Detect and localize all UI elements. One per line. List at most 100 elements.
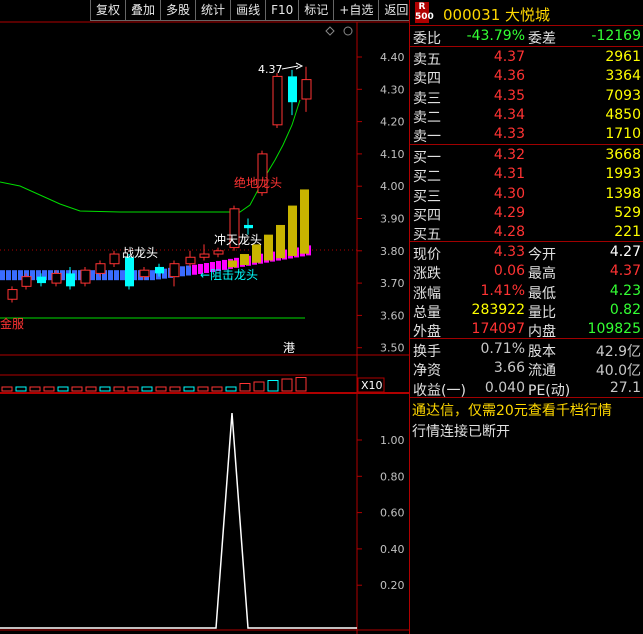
peak-price-label: 4.37 [258, 63, 283, 76]
stat-value: 0.82 [609, 301, 641, 318]
stat-row: 净资 3.66 流通 40.0亿 [410, 359, 643, 380]
stat-label: 净资 [413, 363, 441, 380]
stat-label: 股本 [528, 344, 556, 360]
band-segment [120, 270, 125, 281]
settings-diamond-icon[interactable] [325, 26, 335, 36]
stock-header: R 500 000031 大悦城 [410, 0, 643, 26]
toolbar-button-7[interactable]: +自选 [333, 0, 379, 21]
weicha-value: -12169 [591, 28, 641, 44]
stat-label: 现价 [413, 247, 441, 263]
indicator-tick: 0.60 [380, 507, 405, 520]
sell-label: 卖五 [413, 52, 441, 68]
stat-value: 283922 [471, 301, 525, 318]
stat-label: 量比 [528, 304, 556, 321]
sell-level-row: 卖五 4.37 2961 [410, 48, 643, 68]
buy-label: 买三 [413, 188, 441, 205]
candle [213, 247, 224, 258]
band-segment [180, 266, 185, 277]
price-tick: 4.00 [380, 180, 405, 193]
buy-label: 买一 [413, 150, 441, 166]
volume-bar [267, 380, 279, 392]
label-zzlt: 战龙头 [122, 246, 158, 260]
volume-strip [1, 377, 307, 392]
stat-value: 1.41% [480, 282, 525, 299]
volume-bar [43, 386, 55, 392]
toolbar-button-5[interactable]: F10 [265, 0, 299, 21]
stat-value: 4.33 [493, 244, 525, 260]
sell-volume: 2961 [605, 49, 641, 65]
sell-label: 卖三 [413, 90, 441, 107]
volume-bar [141, 386, 153, 392]
weibi-label: 委比 [413, 31, 441, 47]
sell-label: 卖四 [413, 71, 441, 88]
band-segment [12, 270, 17, 281]
price-tick: 3.90 [380, 213, 405, 226]
candle [169, 260, 180, 287]
band-segment [6, 270, 11, 281]
band-segment [108, 270, 113, 281]
rising-bar [264, 234, 273, 261]
toolbar-button-6[interactable]: 标记 [298, 0, 334, 21]
volume-bar [197, 386, 209, 392]
buy-label: 买四 [413, 207, 441, 224]
sell-level-row: 卖三 4.35 7093 [410, 87, 643, 107]
candle [272, 73, 283, 129]
price-tick: 3.60 [380, 309, 405, 322]
label-zjlt: ←阻击龙头 [200, 268, 258, 282]
sell-level-row: 卖一 4.33 1710 [410, 125, 643, 145]
stat-label: 流通 [528, 363, 556, 380]
volume-bar [85, 386, 97, 392]
band-segment [186, 265, 191, 276]
ma-line-green [0, 99, 301, 213]
toolbar-button-0[interactable]: 复权 [90, 0, 126, 21]
stat-row: 涨跌 0.06 最高 4.37 [410, 262, 643, 282]
zoom-circle-icon[interactable] [343, 26, 353, 36]
stat-value: 0.06 [493, 263, 525, 280]
volume-bar [155, 386, 167, 392]
volume-bar [169, 386, 181, 392]
stat-value: 40.0亿 [595, 363, 641, 380]
label-ctlt: 冲天龙头 [214, 232, 262, 247]
toolbar-button-3[interactable]: 统计 [195, 0, 231, 21]
indicator-axis: 1.00 0.80 0.60 0.40 0.20 [357, 434, 405, 592]
stat-row: 现价 4.33 今开 4.27 [410, 243, 643, 263]
sell-level-row: 卖四 4.36 3364 [410, 67, 643, 88]
sell-level-row: 卖二 4.34 4850 [410, 106, 643, 126]
price-tick: 4.30 [380, 83, 405, 96]
buy-volume: 1993 [605, 166, 641, 183]
toolbar-button-1[interactable]: 叠加 [125, 0, 161, 21]
buy-price: 4.32 [493, 147, 525, 163]
stat-row: 收益(一) 0.040 PE(动) 27.1 [410, 379, 643, 399]
stat-label: 换手 [413, 344, 441, 360]
price-tick: 3.70 [380, 277, 405, 290]
candle [80, 266, 91, 287]
volume-bar [71, 386, 83, 392]
stat-row: 涨幅 1.41% 最低 4.23 [410, 282, 643, 302]
indicator-tick: 0.20 [380, 579, 405, 592]
stat-row: 外盘 174097 内盘 109825 [410, 320, 643, 340]
price-tick: 4.10 [380, 148, 405, 161]
label-jinfu: 金服 [0, 316, 24, 331]
volume-bar [253, 381, 265, 392]
rising-volume-bars [228, 189, 309, 268]
promo-notice[interactable]: 通达信，仅需20元查看千档行情 [412, 400, 612, 420]
indicator-line [0, 412, 357, 629]
price-tick: 4.20 [380, 116, 405, 129]
price-axis: 4.40 4.30 4.20 4.10 4.00 3.90 3.80 3.70 3.60 3.50 [357, 51, 405, 355]
buy-volume: 529 [614, 204, 641, 221]
buy-price: 4.31 [493, 166, 525, 183]
kline-chart[interactable]: 4.40 4.30 4.20 4.10 4.00 3.90 3.80 3.70 3.60 3.50… [0, 0, 410, 634]
band-segment [150, 270, 155, 281]
quote-panel: R 500 000031 大悦城 委比 -43.79% 委差 -12169 卖五 4… [410, 0, 643, 634]
buy-label: 买二 [413, 169, 441, 186]
volume-bar [211, 386, 223, 392]
buy-level-row: 买四 4.29 529 [410, 204, 643, 224]
sell-price: 4.33 [493, 126, 525, 143]
toolbar-button-2[interactable]: 多股 [160, 0, 196, 21]
r-badge: R 500 [415, 2, 434, 23]
candle [7, 286, 18, 303]
toolbar-button-4[interactable]: 画线 [230, 0, 266, 21]
weibi-row: 委比 -43.79% 委差 -12169 [410, 27, 643, 47]
band-segment [0, 270, 5, 281]
stock-code-name[interactable]: 000031 大悦城 [443, 4, 550, 25]
